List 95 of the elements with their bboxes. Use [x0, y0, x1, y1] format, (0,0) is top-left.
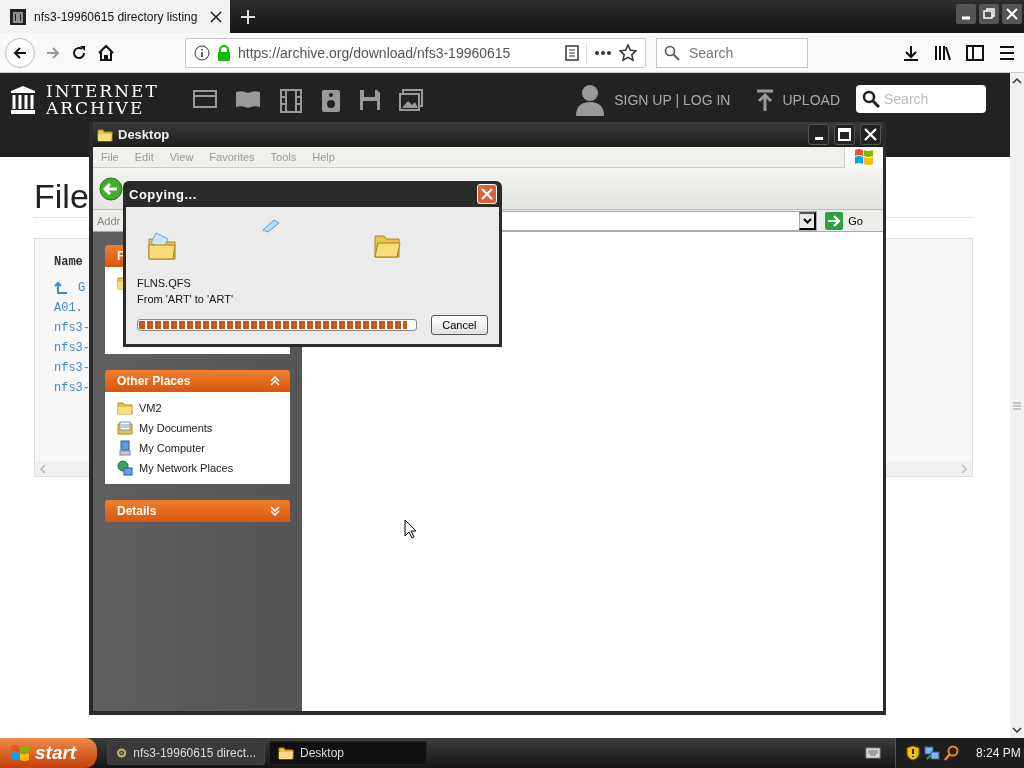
star-icon[interactable]	[619, 43, 637, 62]
file-name: FLNS.QFS	[137, 277, 192, 289]
place-link[interactable]: My Network Places	[139, 462, 234, 474]
keyboard-icon[interactable]	[865, 747, 881, 759]
more-icon[interactable]	[594, 49, 612, 56]
temple-icon[interactable]	[10, 85, 36, 115]
restore-icon[interactable]	[979, 4, 999, 24]
taskbar-button[interactable]: nfs3-19960615 direct...	[107, 741, 265, 765]
site-logo[interactable]: INTERNET ARCHIVE	[46, 83, 159, 117]
reload-icon[interactable]	[71, 44, 87, 61]
documents-icon	[117, 420, 133, 436]
sidebar-icon[interactable]	[966, 43, 984, 62]
close-icon	[481, 188, 493, 200]
lock-icon	[217, 44, 231, 61]
reader-view-icon[interactable]	[565, 44, 579, 61]
dialog-title: Copying...	[129, 186, 197, 202]
file-link[interactable]: nfs3-	[54, 361, 90, 375]
computer-icon	[117, 440, 133, 456]
menu-item[interactable]: Help	[304, 151, 343, 163]
back-arrow-icon	[12, 44, 28, 61]
go-button[interactable]: Go	[821, 211, 883, 230]
collapse-chevron-icon[interactable]	[270, 376, 280, 386]
gear-icon	[116, 745, 128, 761]
forward-arrow-icon[interactable]	[45, 44, 61, 61]
place-link[interactable]: My Computer	[139, 442, 206, 454]
menu-item[interactable]: Edit	[126, 151, 162, 163]
file-link[interactable]: nfs3-	[54, 341, 90, 355]
taskbar-button[interactable]: Desktop	[269, 741, 427, 765]
up-arrow-icon[interactable]	[54, 281, 68, 295]
images-icon[interactable]	[398, 89, 423, 111]
maximize-icon	[838, 128, 851, 141]
menu-item[interactable]: File	[93, 151, 127, 163]
panel-header[interactable]: Other Places	[105, 370, 290, 392]
window-title-bar[interactable]: Desktop	[93, 122, 883, 147]
place-link[interactable]: VM2	[139, 402, 162, 414]
search-icon[interactable]	[944, 745, 960, 761]
windows-logo-icon	[854, 148, 874, 166]
copy-route: From 'ART' to 'ART'	[137, 293, 234, 305]
minimize-icon[interactable]	[956, 4, 976, 24]
chevron-down-icon	[802, 217, 812, 224]
info-icon[interactable]	[194, 44, 210, 61]
arrow-right-icon	[825, 211, 844, 230]
close-icon[interactable]	[1002, 4, 1022, 24]
shield-icon[interactable]	[906, 745, 920, 761]
close-icon	[864, 128, 877, 141]
menu-icon[interactable]	[998, 43, 1016, 62]
download-icon[interactable]	[902, 43, 920, 62]
upload-link[interactable]: UPLOAD	[782, 92, 840, 108]
film-icon[interactable]	[278, 89, 303, 113]
minimize-icon	[814, 137, 823, 140]
scroll-down-icon[interactable]	[1012, 726, 1022, 734]
cancel-button[interactable]: Cancel	[430, 315, 488, 335]
menu-item[interactable]: Tools	[262, 151, 305, 163]
file-link[interactable]: A01.	[54, 301, 83, 315]
browser-tab[interactable]: nfs3-19960615 directory listing	[0, 0, 230, 33]
minimize-button[interactable]	[808, 124, 829, 145]
book-icon[interactable]	[234, 89, 261, 109]
network-icon[interactable]	[924, 745, 940, 761]
address-label: Addr	[97, 214, 121, 227]
column-header: Name	[54, 255, 83, 271]
file-link[interactable]: G	[78, 281, 86, 295]
new-tab-icon[interactable]	[240, 8, 256, 25]
network-icon	[117, 460, 133, 476]
expand-chevron-icon[interactable]	[270, 506, 280, 516]
scroll-grip-icon[interactable]	[1013, 401, 1021, 410]
panel-header[interactable]: Details	[105, 500, 290, 522]
floppy-icon[interactable]	[358, 89, 381, 111]
search-field[interactable]: Search	[656, 37, 808, 68]
site-search-field[interactable]: Search	[856, 85, 986, 113]
start-button[interactable]: start	[0, 738, 97, 768]
scroll-up-icon[interactable]	[1012, 77, 1022, 85]
library-icon[interactable]	[934, 43, 952, 62]
clock: 8:24 PM	[976, 746, 1021, 760]
page-scrollbar[interactable]	[1010, 73, 1024, 738]
cursor-icon	[404, 519, 417, 539]
menu-item[interactable]: View	[161, 151, 202, 163]
windows-logo-icon	[10, 744, 30, 762]
maximize-button[interactable]	[834, 124, 855, 145]
dropdown-button[interactable]	[799, 211, 817, 230]
close-icon[interactable]	[210, 10, 222, 23]
temple-icon	[10, 8, 26, 25]
upload-icon[interactable]	[756, 89, 775, 111]
file-link[interactable]: nfs3-	[54, 321, 90, 335]
speaker-icon[interactable]	[320, 89, 341, 113]
menu-item[interactable]: Favorites	[201, 151, 263, 163]
page-heading: File	[34, 177, 89, 217]
home-icon[interactable]	[97, 43, 115, 62]
close-button[interactable]	[860, 124, 881, 145]
url-field[interactable]: https://archive.org/download/nfs3-19960615	[185, 37, 646, 68]
sign-up-log-in-link[interactable]: SIGN UP | LOG IN	[614, 92, 731, 108]
back-button[interactable]	[5, 37, 35, 68]
user-icon[interactable]	[576, 84, 605, 116]
file-link[interactable]: nfs3-	[54, 381, 90, 395]
place-link[interactable]: My Documents	[139, 422, 213, 434]
web-icon[interactable]	[192, 89, 217, 109]
